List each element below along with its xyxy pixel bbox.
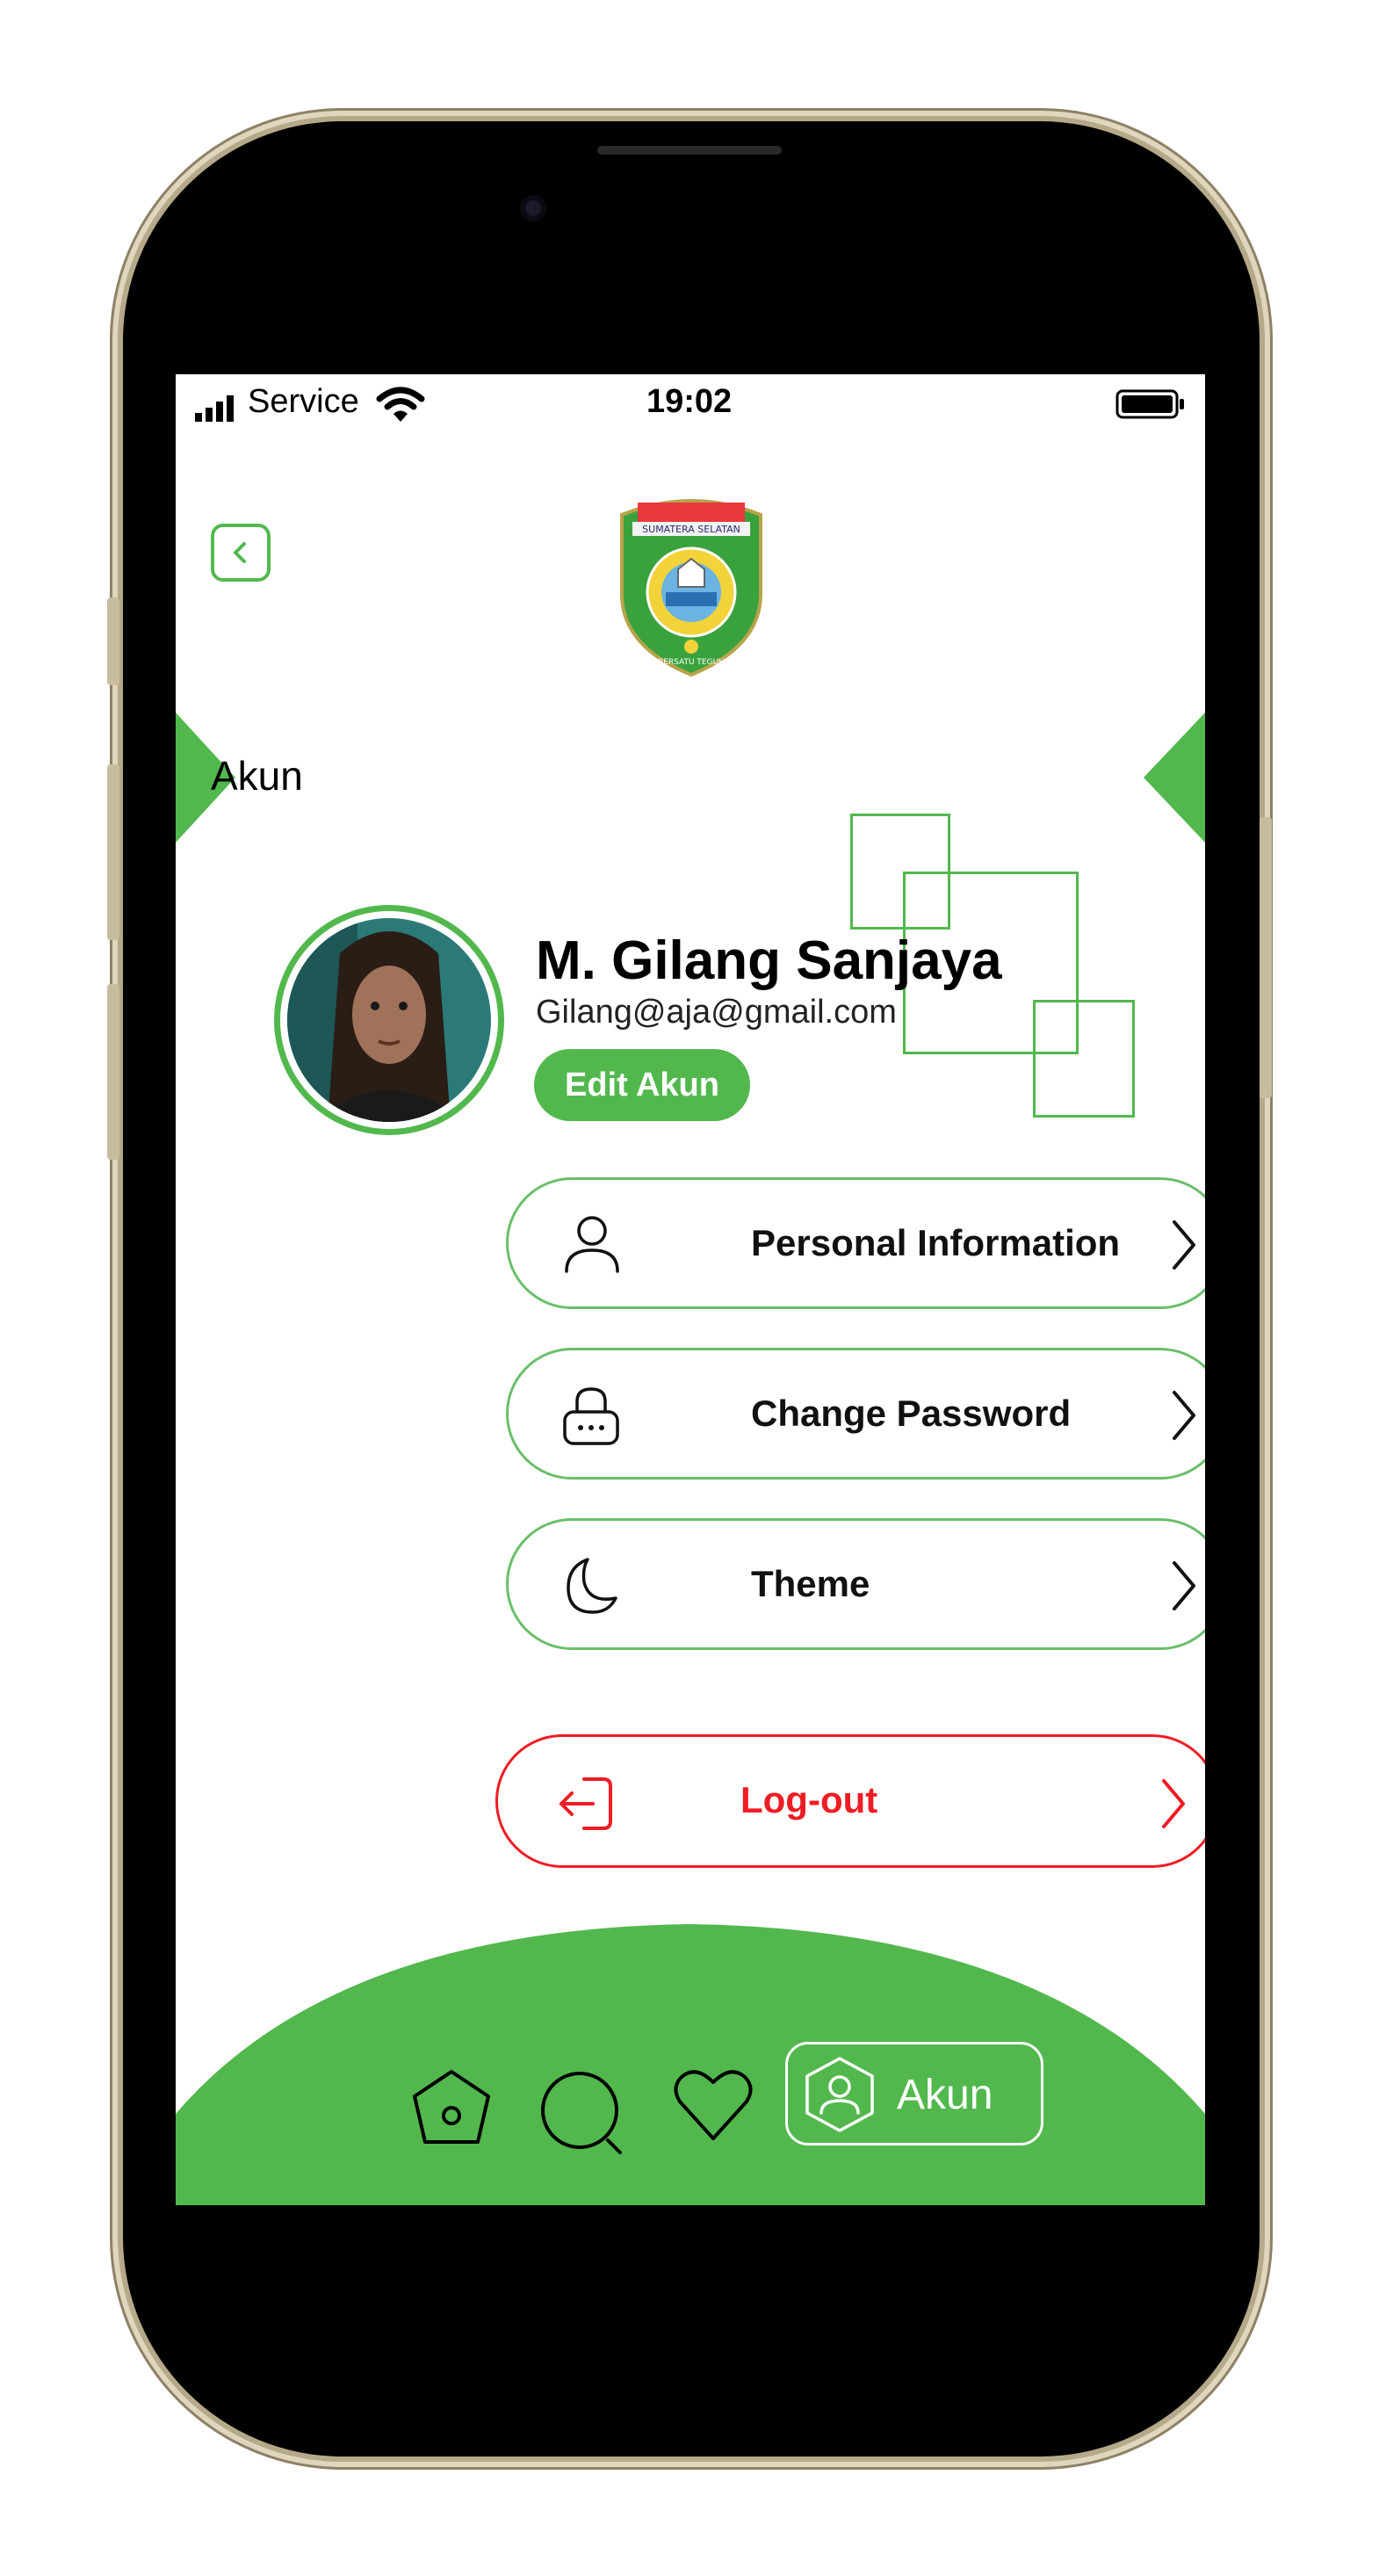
chevron-left-icon [234,542,246,563]
menu-item-theme[interactable]: Theme [506,1518,1205,1650]
menu-item-change-password[interactable]: Change Password [506,1348,1205,1480]
wifi-icon [376,385,425,423]
page-title: Akun [211,753,303,799]
emblem-logo: SUMATERA SELATAN BERSATU TEGUH [617,488,766,678]
front-camera [520,195,546,221]
lock-icon [563,1387,619,1445]
app-screen: Service 19:02 SUMATERA SELATAN BERSATU T… [176,374,1205,2205]
nav-item-akun[interactable]: Akun [785,2042,1043,2145]
menu-item-label: Change Password [751,1393,1072,1434]
heart-icon[interactable] [669,2061,757,2149]
svg-text:SUMATERA SELATAN: SUMATERA SELATAN [642,524,740,535]
status-time: 19:02 [646,383,733,420]
chevron-right-icon [1173,1561,1195,1610]
chevron-right-icon [1173,1391,1195,1440]
power-button [1260,817,1272,1098]
menu-item-personal-information[interactable]: Personal Information [506,1177,1205,1309]
volume-up-button [107,764,119,940]
logout-icon [560,1777,612,1830]
profile-email: Gilang@aja@gmail.com [536,994,897,1031]
menu-item-label: Personal Information [751,1222,1121,1263]
right-accent-triangle [1144,713,1205,843]
logout-label: Log-out [740,1779,878,1820]
volume-down-button [107,984,119,1160]
profile-icon [805,2057,874,2132]
search-icon[interactable] [538,2065,629,2156]
signal-icon [195,395,248,422]
decorative-square [1033,1000,1135,1118]
profile-name: M. Gilang Sanjaya [536,930,1002,991]
speaker-grille [597,146,782,155]
silent-switch [107,597,119,685]
battery-icon [1115,388,1186,420]
chevron-right-icon [1173,1220,1195,1270]
avatar [274,905,504,1135]
svg-text:BERSATU TEGUH: BERSATU TEGUH [658,658,725,667]
user-icon [565,1216,619,1273]
logout-button[interactable]: Log-out [495,1734,1205,1868]
nav-label: Akun [897,2072,993,2118]
chevron-right-icon [1162,1779,1185,1828]
moon-icon [567,1558,617,1614]
menu-item-label: Theme [751,1563,870,1604]
carrier-label: Service [248,383,359,420]
edit-account-button[interactable]: Edit Akun [534,1049,750,1121]
back-button[interactable] [211,524,271,582]
home-icon[interactable] [408,2065,495,2153]
